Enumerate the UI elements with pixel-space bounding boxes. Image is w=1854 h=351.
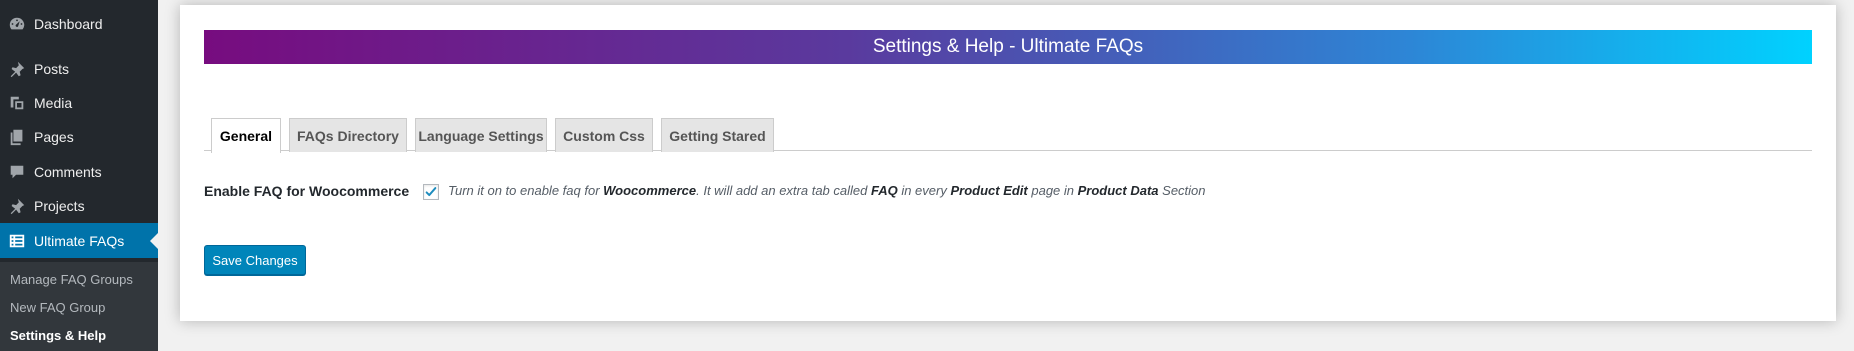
submenu-manage-faq-groups[interactable]: Manage FAQ Groups [10,272,133,287]
media-icon [0,86,34,120]
tab-language-settings[interactable]: Language Settings [415,118,547,152]
woocommerce-field-label: Enable FAQ for Woocommerce [204,183,410,199]
dashboard-icon [0,7,34,41]
admin-sidebar: Dashboard Posts Media Pages Comments Pro… [0,0,158,351]
menu-ultimate-faqs-label: Ultimate FAQs [34,232,125,249]
menu-comments-label: Comments [34,164,102,180]
page-title-banner: Settings & Help - Ultimate FAQs [204,30,1812,64]
pin-icon [0,52,34,86]
menu-media[interactable]: Media [0,86,158,120]
tab-faqs-directory[interactable]: FAQs Directory [289,118,407,152]
comment-icon [0,155,34,189]
submenu-settings-help[interactable]: Settings & Help [10,328,106,343]
settings-panel: Settings & Help - Ultimate FAQs General … [180,5,1836,321]
pin-icon [0,189,34,223]
pages-icon [0,120,34,154]
menu-media-label: Media [34,95,73,111]
menu-projects-label: Projects [34,198,85,214]
save-changes-button[interactable]: Save Changes [204,245,306,275]
page-title: Settings & Help - Ultimate FAQs [872,36,1144,57]
settings-tabs: General FAQs Directory Language Settings… [204,114,1812,153]
tab-general[interactable]: General [211,118,281,153]
menu-comments[interactable]: Comments [0,155,158,189]
woocommerce-description: Turn it on to enable faq for Woocommerce… [448,183,1206,198]
woocommerce-checkbox[interactable] [423,184,439,200]
menu-posts-label: Posts [34,61,70,77]
menu-pages-label: Pages [34,129,74,145]
menu-ultimate-faqs[interactable]: Ultimate FAQs [0,223,158,258]
menu-projects[interactable]: Projects [0,189,158,223]
current-menu-arrow [150,232,158,249]
submenu-new-faq-group[interactable]: New FAQ Group [10,300,105,315]
menu-pages[interactable]: Pages [0,120,158,154]
menu-posts[interactable]: Posts [0,52,158,86]
ultimate-faqs-submenu: Manage FAQ Groups New FAQ Group Settings… [0,262,158,351]
checkmark-icon [425,187,437,197]
list-icon [0,224,34,258]
menu-dashboard[interactable]: Dashboard [0,7,158,41]
tab-custom-css[interactable]: Custom Css [555,118,653,152]
menu-dashboard-label: Dashboard [34,16,103,32]
tab-getting-stared[interactable]: Getting Stared [661,118,774,152]
